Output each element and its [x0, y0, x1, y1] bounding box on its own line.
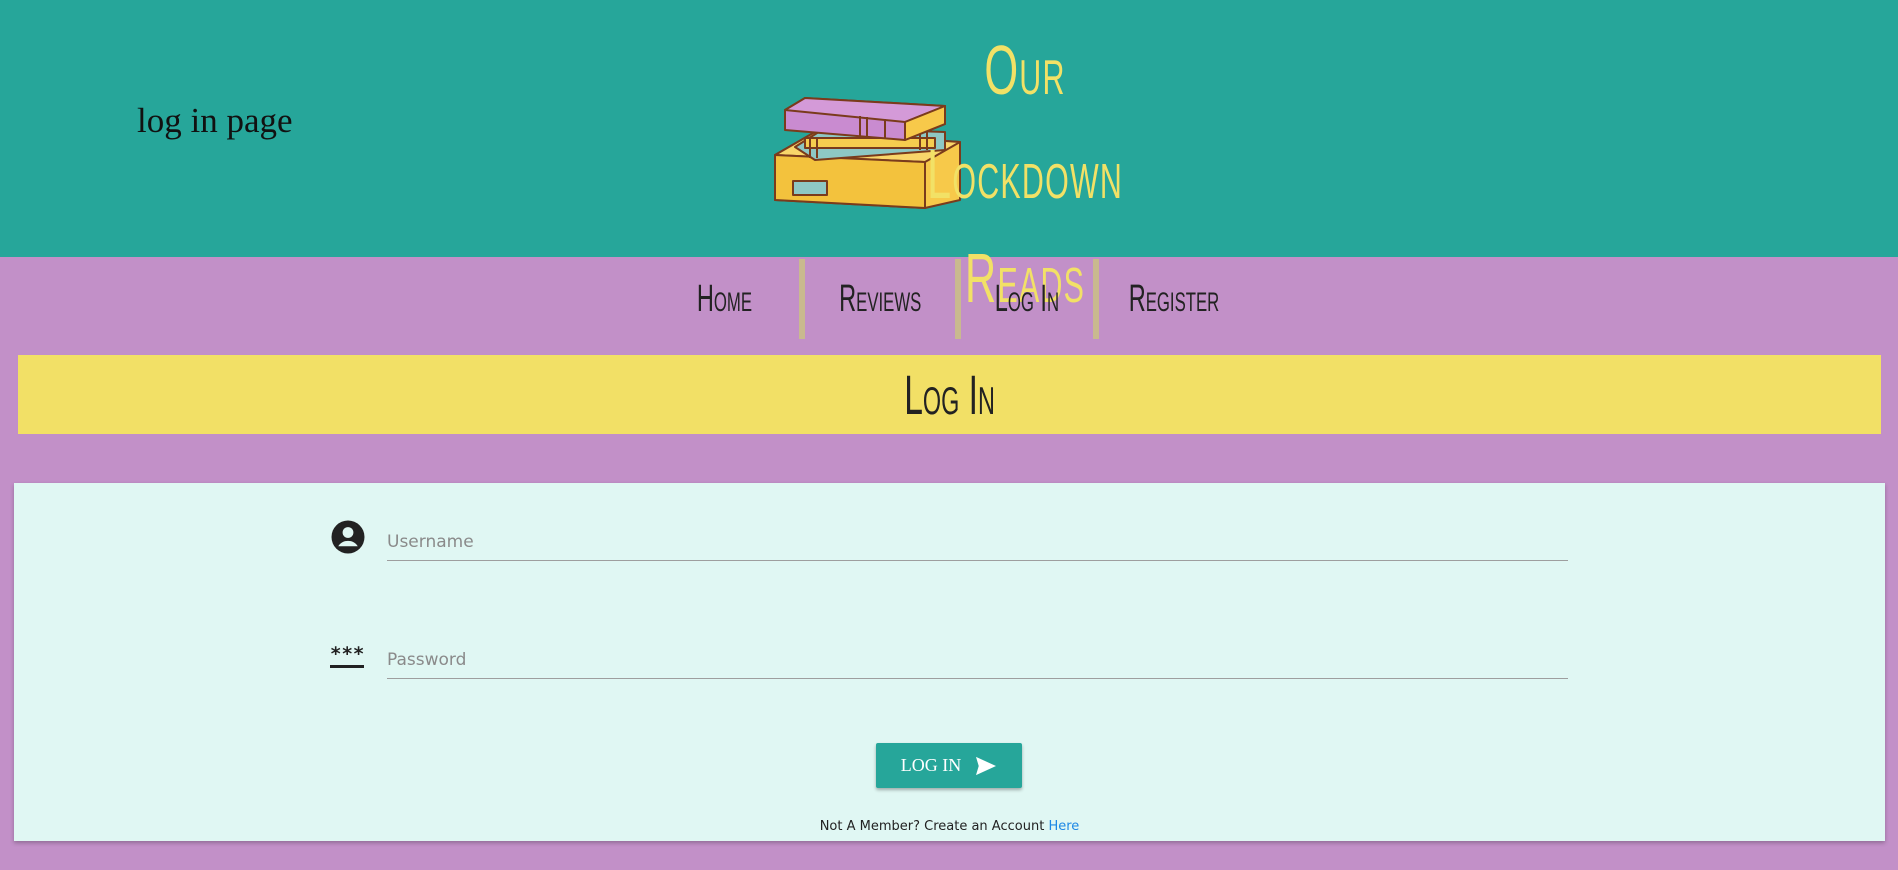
logo-title-line1: Our Lockdown	[926, 31, 1124, 213]
nav-item-label: Register	[1128, 277, 1220, 320]
nav-item-login[interactable]: Log In	[961, 259, 1093, 339]
password-icon: ***	[330, 643, 364, 668]
username-input[interactable]	[387, 524, 1568, 561]
account-circle-icon	[331, 520, 365, 554]
password-input[interactable]	[387, 642, 1568, 679]
register-link[interactable]: Here	[1048, 819, 1079, 834]
nav-item-label: Reviews	[838, 277, 922, 320]
nav-item-register[interactable]: Register	[1099, 259, 1249, 339]
login-button-label: LOG IN	[900, 755, 962, 775]
nav-item-label: Home	[696, 277, 752, 320]
nav-item-home[interactable]: Home	[649, 259, 799, 339]
password-field-row: ***	[14, 637, 1885, 697]
site-header: log in page Our Lockdown Reads	[0, 0, 1898, 317]
send-icon	[976, 756, 997, 775]
nav-item-reviews[interactable]: Reviews	[805, 259, 955, 339]
login-button[interactable]: LOG IN	[876, 743, 1022, 788]
login-form-card: *** LOG IN Not A Member? Create an Accou…	[14, 483, 1885, 841]
register-prompt: Not A Member? Create an Account Here	[14, 819, 1885, 834]
register-prompt-text: Not A Member? Create an Account	[819, 819, 1045, 834]
password-icon-glyph: ***	[330, 643, 365, 665]
page-title: Log In	[904, 363, 995, 426]
page-title-bar: Log In	[18, 355, 1881, 434]
nav-item-label: Log In	[994, 277, 1060, 320]
username-field-row	[14, 519, 1885, 579]
main-nav: Home Reviews Log In Register	[0, 257, 1898, 341]
page-label: log in page	[137, 101, 293, 140]
